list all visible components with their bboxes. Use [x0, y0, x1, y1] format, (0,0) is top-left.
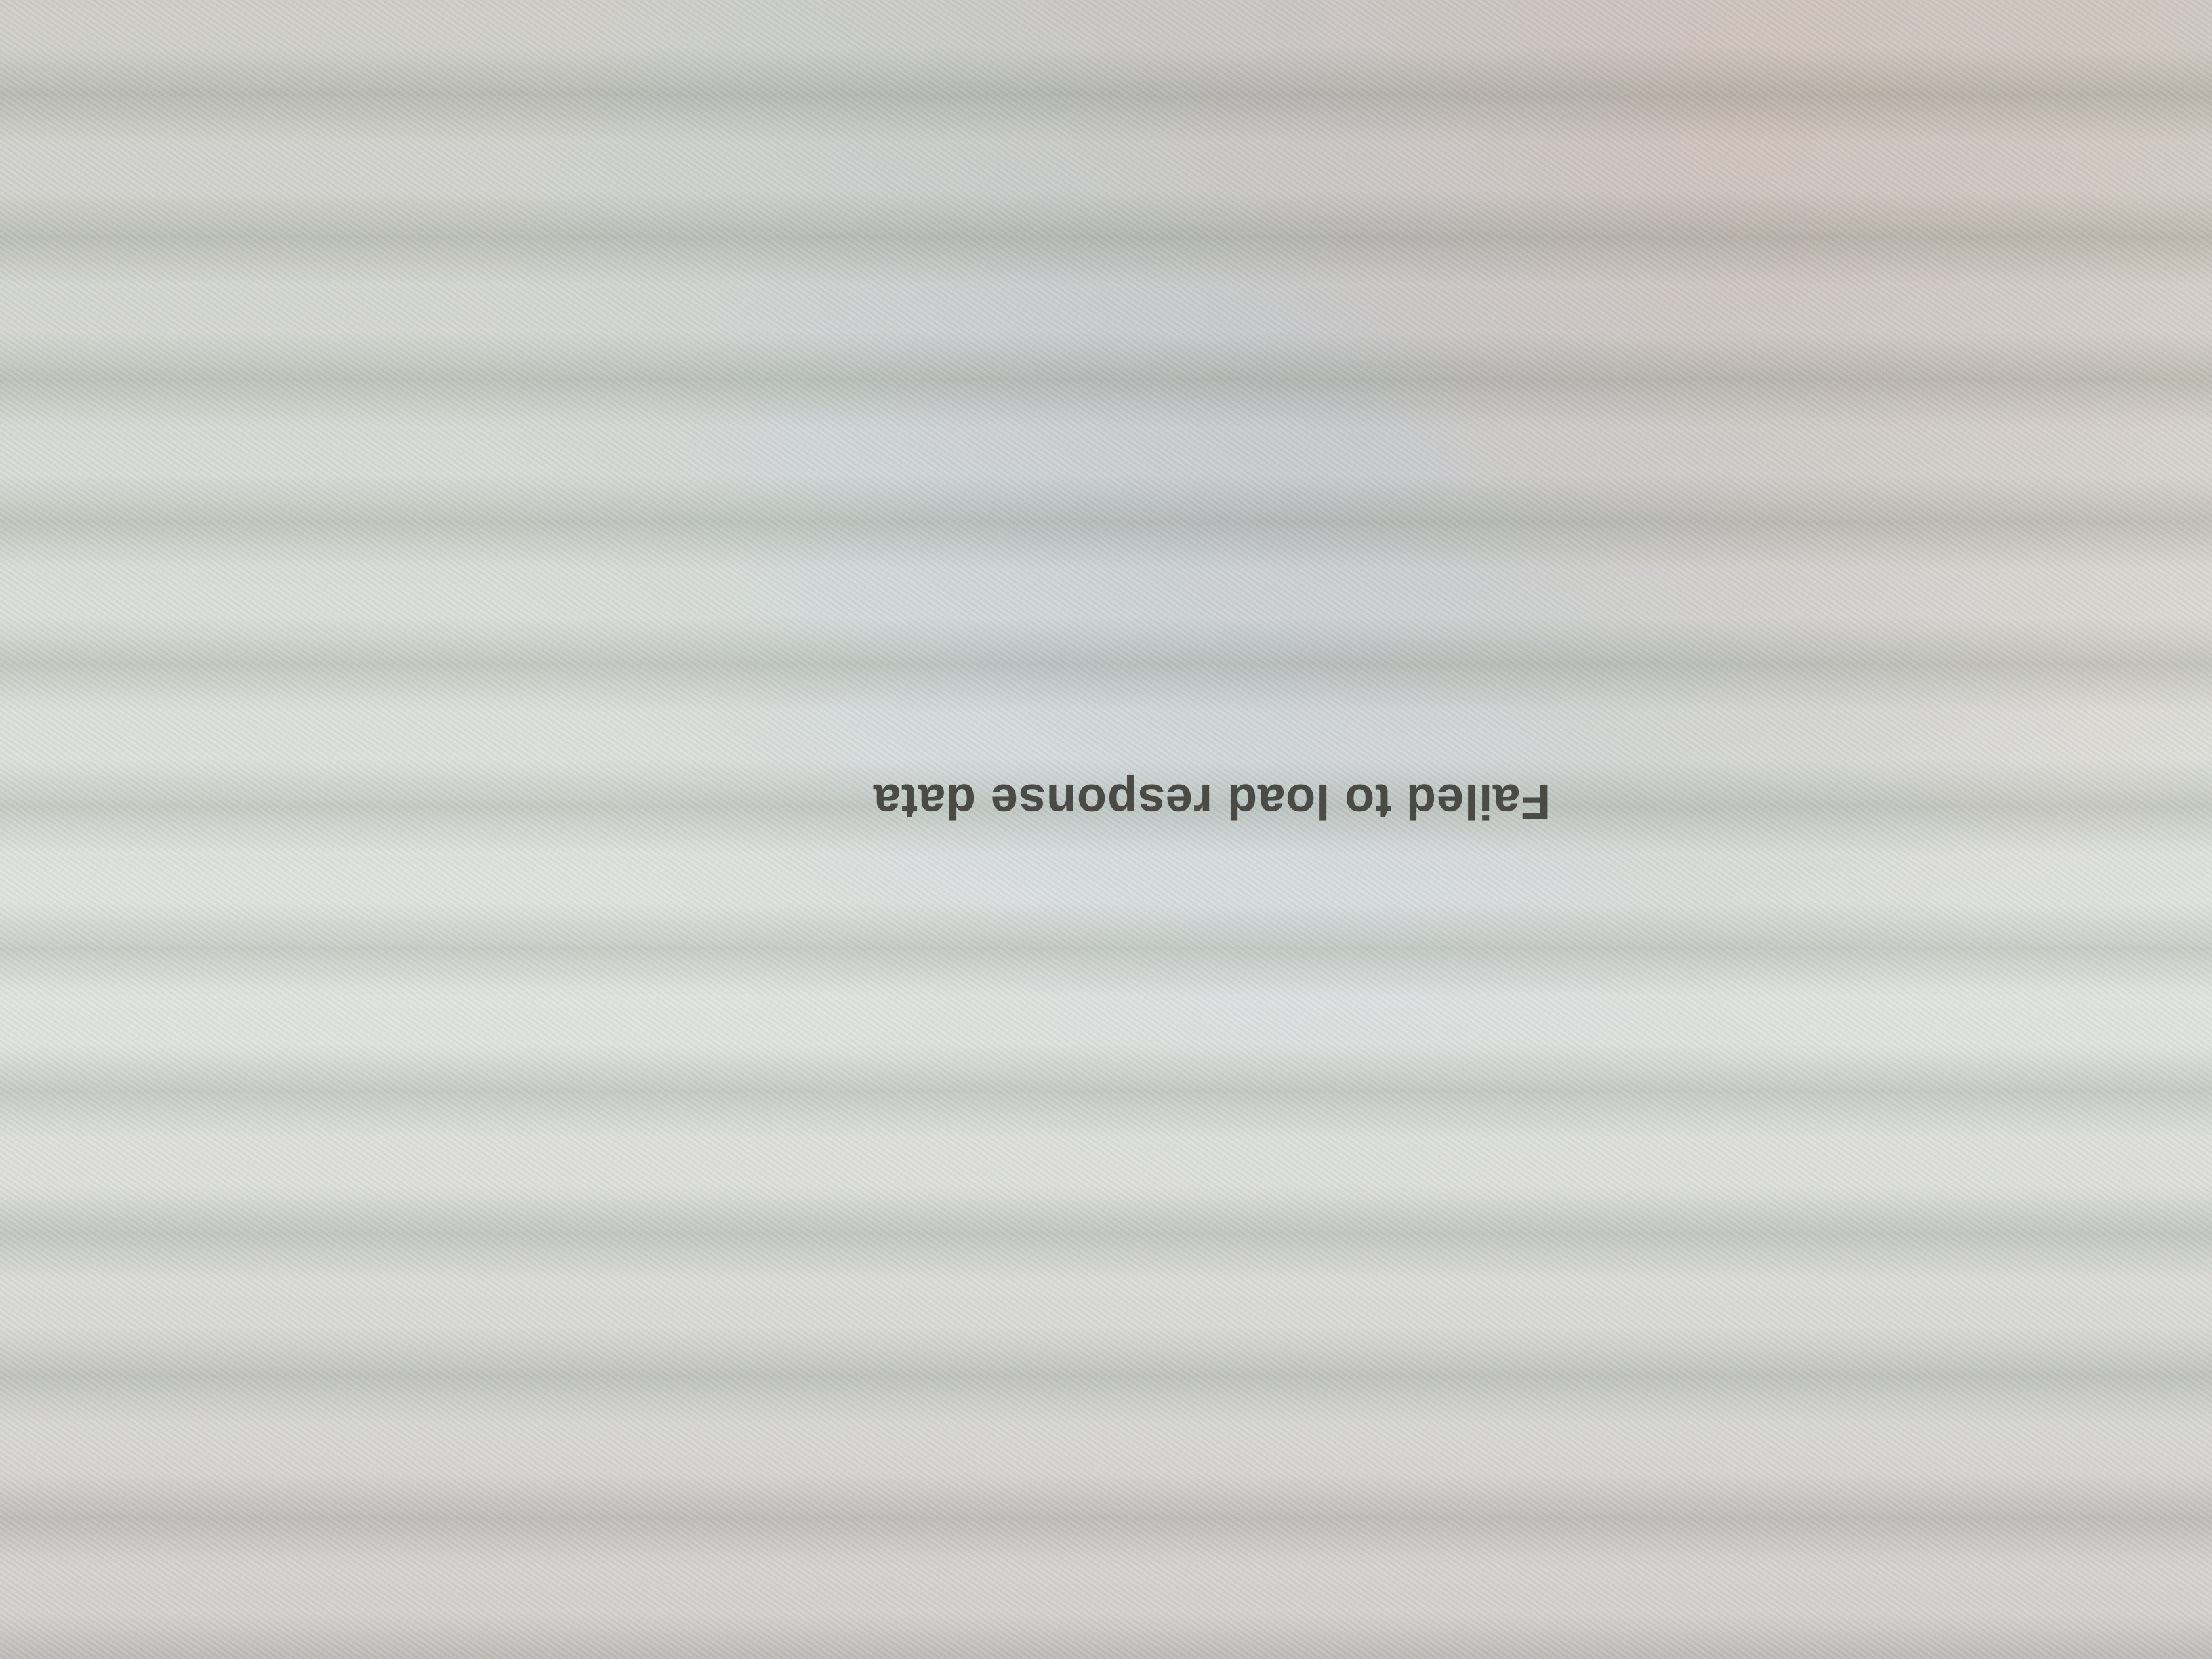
error-message: Failed to load response data: [872, 774, 1551, 828]
error-message-container: Failed to load response data: [859, 763, 1564, 839]
response-panel: Failed to load response data: [0, 0, 2212, 1659]
